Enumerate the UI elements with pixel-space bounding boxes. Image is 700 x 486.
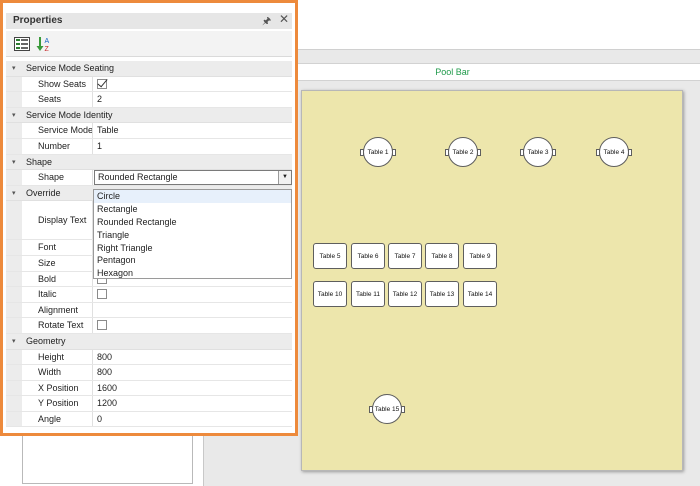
pin-icon[interactable]: 🖈: [262, 14, 271, 31]
table-14[interactable]: Table 14: [463, 281, 497, 307]
shape-option-rectangle[interactable]: Rectangle: [94, 203, 291, 216]
table-4[interactable]: Table 4: [596, 137, 632, 167]
prop-service-mode: Service Mode Table: [6, 123, 292, 139]
table-13[interactable]: Table 13: [425, 281, 459, 307]
table-9[interactable]: Table 9: [463, 243, 497, 269]
seat-left: [520, 148, 524, 156]
seat-right: [401, 405, 405, 413]
table-10[interactable]: Table 10: [313, 281, 347, 307]
table-15[interactable]: Table 15: [369, 394, 405, 424]
table-7[interactable]: Table 7: [388, 243, 422, 269]
service-mode-value[interactable]: Table: [94, 123, 292, 138]
prop-show-seats: Show Seats: [6, 76, 292, 93]
prop-rotate-text: Rotate Text: [6, 318, 292, 334]
prop-height: Height 800: [6, 349, 292, 366]
shape-dropdown-list: Circle Rectangle Rounded Rectangle Trian…: [93, 189, 292, 279]
table-3[interactable]: Table 3: [520, 137, 556, 167]
collapse-icon: ▾: [12, 158, 16, 166]
table-2[interactable]: Table 2: [445, 137, 481, 167]
shape-option-triangle[interactable]: Triangle: [94, 229, 291, 242]
category-shape[interactable]: ▾ Shape: [6, 154, 292, 171]
angle-value[interactable]: 0: [94, 412, 292, 427]
prop-number: Number 1: [6, 138, 292, 155]
seat-right: [477, 148, 481, 156]
prop-seats: Seats 2: [6, 92, 292, 108]
prop-width: Width 800: [6, 365, 292, 381]
shape-option-circle[interactable]: Circle: [94, 190, 291, 203]
table-8[interactable]: Table 8: [425, 243, 459, 269]
dropdown-arrow-icon[interactable]: ▼: [278, 171, 291, 184]
properties-title: Properties: [13, 15, 63, 26]
shape-select[interactable]: Rounded Rectangle ▼: [94, 170, 292, 185]
svg-text:Z: Z: [45, 46, 50, 52]
shape-option-right-triangle[interactable]: Right Triangle: [94, 242, 291, 255]
y-position-value[interactable]: 1200: [94, 396, 292, 411]
svg-text:A: A: [45, 38, 50, 45]
prop-angle: Angle 0: [6, 411, 292, 428]
close-icon[interactable]: ✕: [279, 12, 289, 26]
table-12[interactable]: Table 12: [388, 281, 422, 307]
seats-value[interactable]: 2: [94, 92, 292, 107]
category-geometry[interactable]: ▾ Geometry: [6, 333, 292, 350]
rotate-text-checkbox[interactable]: [97, 320, 107, 331]
category-service-mode-seating[interactable]: ▾ Service Mode Seating: [6, 61, 292, 77]
category-service-mode-identity[interactable]: ▾ Service Mode Identity: [6, 107, 292, 124]
shape-option-pentagon[interactable]: Pentagon: [94, 254, 291, 267]
prop-x-position: X Position 1600: [6, 380, 292, 397]
shape-option-hexagon[interactable]: Hexagon: [94, 267, 291, 280]
seat-left: [445, 148, 449, 156]
alignment-value[interactable]: [94, 303, 292, 318]
number-value[interactable]: 1: [94, 139, 292, 154]
collapse-icon: ▾: [12, 111, 16, 119]
prop-alignment: Alignment: [6, 302, 292, 319]
table-5[interactable]: Table 5: [313, 243, 347, 269]
collapse-icon: ▾: [12, 65, 16, 72]
italic-checkbox[interactable]: [97, 289, 107, 300]
seat-right: [628, 148, 632, 156]
seat-left: [596, 148, 600, 156]
categorized-icon[interactable]: [14, 36, 30, 52]
properties-panel: Properties 🖈 ✕ A Z ▾ Service Mode Seatin…: [0, 0, 298, 436]
table-6[interactable]: Table 6: [351, 243, 385, 269]
table-1[interactable]: Table 1: [360, 137, 396, 167]
x-position-value[interactable]: 1600: [94, 381, 292, 396]
collapse-icon: ▾: [12, 337, 16, 345]
sort-alphabetical-icon[interactable]: A Z: [36, 36, 52, 53]
show-seats-checkbox[interactable]: [97, 78, 107, 89]
seat-left: [369, 405, 373, 413]
table-11[interactable]: Table 11: [351, 281, 385, 307]
seat-left: [360, 148, 364, 156]
height-value[interactable]: 800: [94, 350, 292, 365]
properties-toolbar: A Z: [6, 31, 292, 57]
prop-y-position: Y Position 1200: [6, 396, 292, 412]
width-value[interactable]: 800: [94, 365, 292, 380]
seat-right: [552, 148, 556, 156]
shape-option-rounded-rectangle[interactable]: Rounded Rectangle: [94, 216, 291, 229]
floor-plan-canvas[interactable]: Table 1 Table 2 Table 3 Table 4 Table 5 …: [301, 90, 683, 471]
prop-shape: Shape Rounded Rectangle ▼: [6, 170, 292, 186]
prop-italic: Italic: [6, 287, 292, 303]
seat-right: [392, 148, 396, 156]
collapse-icon: ▾: [12, 189, 16, 197]
properties-titlebar: Properties 🖈 ✕: [6, 12, 292, 31]
